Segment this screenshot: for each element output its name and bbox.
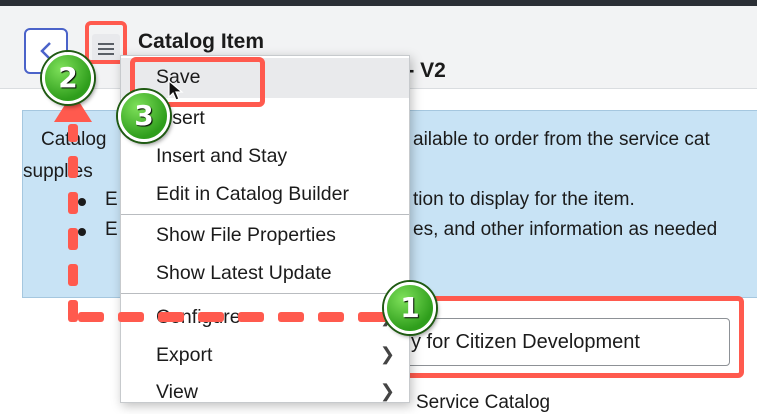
menu-item-insert-and-stay[interactable]: Insert and Stay bbox=[156, 145, 287, 168]
menu-separator bbox=[121, 214, 409, 215]
step-3-badge: 3 bbox=[118, 90, 170, 142]
info-line2-left: supplies bbox=[23, 161, 93, 182]
menu-item-view[interactable]: View ❯ bbox=[156, 381, 409, 404]
mouse-pointer-icon bbox=[168, 80, 184, 101]
bullet-dot bbox=[78, 228, 86, 236]
chevron-right-icon: ❯ bbox=[379, 381, 395, 401]
menu-item-edit-in-catalog-builder[interactable]: Edit in Catalog Builder bbox=[156, 183, 349, 206]
page-title: Catalog Item bbox=[138, 30, 265, 53]
step-1-badge: 1 bbox=[384, 282, 436, 334]
info-bullet1-left: E bbox=[105, 189, 118, 210]
step-2-badge: 2 bbox=[42, 52, 94, 104]
menu-item-label: Export bbox=[156, 344, 213, 366]
chevron-right-icon: ❯ bbox=[379, 344, 395, 364]
menu-separator bbox=[121, 293, 409, 294]
info-line1-right: ailable to order from the service cat bbox=[413, 129, 710, 150]
bullet-dot bbox=[78, 198, 86, 206]
info-bullet2-right: es, and other information as needed bbox=[413, 219, 718, 240]
menu-item-show-latest-update[interactable]: Show Latest Update bbox=[156, 262, 332, 285]
info-bullet1-right: tion to display for the item. bbox=[413, 189, 635, 210]
menu-item-label: View bbox=[156, 381, 198, 403]
catalogs-field-value: Service Catalog bbox=[416, 392, 551, 413]
menu-item-show-file-properties[interactable]: Show File Properties bbox=[156, 224, 336, 247]
highlight-name-field-box bbox=[404, 296, 744, 378]
info-bullet2-left: E bbox=[105, 219, 118, 240]
menu-item-export[interactable]: Export ❯ bbox=[156, 344, 409, 367]
